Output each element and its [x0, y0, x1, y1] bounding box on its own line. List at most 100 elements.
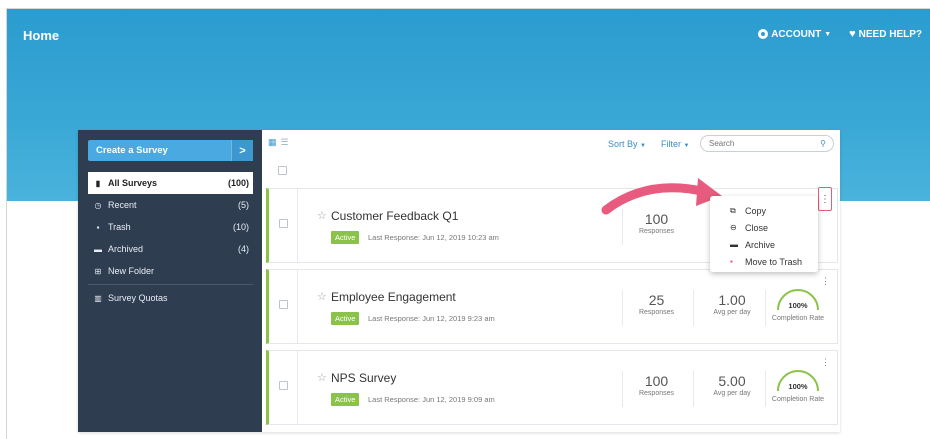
- sidebar: Create a Survey > ▮ All Surveys (100) ◷ …: [78, 130, 262, 432]
- stat-divider: [693, 290, 694, 326]
- sidebar-item-new-folder[interactable]: ⊞ New Folder: [88, 260, 253, 282]
- menu-item-label: Copy: [745, 205, 767, 216]
- survey-title[interactable]: Employee Engagement: [331, 290, 456, 304]
- sidebar-divider: [88, 284, 253, 285]
- survey-title[interactable]: Customer Feedback Q1: [331, 209, 458, 223]
- file-icon: ▮: [95, 178, 101, 188]
- menu-item-close[interactable]: ⊖ Close: [710, 219, 818, 236]
- app-frame: Home ACCOUNT ▼ ♥ NEED HELP? Create a Sur…: [0, 0, 930, 439]
- sidebar-item-label: Archived: [108, 244, 144, 254]
- search-icon[interactable]: ⚲: [820, 139, 826, 148]
- sidebar-item-archived[interactable]: ▬ Archived (4): [88, 238, 253, 260]
- account-label: ACCOUNT: [771, 28, 822, 40]
- survey-card-nps[interactable]: ☆ NPS Survey Active Last Response: Jun 1…: [266, 350, 838, 425]
- survey-context-menu: ⧉ Copy ⊖ Close ▬ Archive ▪ Move to Trash: [710, 196, 818, 272]
- filter-dropdown[interactable]: Filter ▼: [661, 139, 689, 149]
- sort-by-dropdown[interactable]: Sort By ▼: [608, 139, 646, 149]
- avg-per-day-stat: 1.00 Avg per day: [703, 292, 761, 316]
- card-divider: [297, 270, 298, 343]
- avg-per-day-value: 5.00: [718, 373, 746, 389]
- sidebar-item-recent[interactable]: ◷ Recent (5): [88, 194, 253, 216]
- avg-per-day-value: 1.00: [718, 292, 746, 308]
- survey-checkbox[interactable]: [279, 300, 288, 309]
- trash-icon: ▪: [730, 257, 733, 266]
- star-icon[interactable]: ☆: [317, 290, 327, 303]
- last-response: Last Response: Jun 12, 2019 9:09 am: [368, 395, 495, 404]
- sidebar-item-label: Trash: [108, 222, 131, 232]
- sidebar-item-count: (100): [227, 178, 249, 188]
- bar-chart-icon: ▥: [94, 293, 102, 303]
- help-link[interactable]: ♥ NEED HELP?: [849, 28, 922, 40]
- completion-gauge: 100% Completion Rate: [772, 367, 824, 415]
- filter-label: Filter: [661, 139, 681, 149]
- gear-icon: [758, 29, 769, 39]
- completion-percent: 100%: [788, 382, 808, 391]
- sidebar-item-count: (5): [238, 200, 249, 210]
- stat-divider: [765, 371, 766, 407]
- star-icon[interactable]: ☆: [317, 371, 327, 384]
- card-divider: [297, 189, 298, 262]
- callout-arrow-icon: [601, 178, 722, 215]
- stat-divider: [622, 371, 623, 407]
- more-options-icon[interactable]: ⋮: [821, 357, 830, 368]
- stat-divider: [765, 290, 766, 326]
- responses-label: Responses: [638, 228, 675, 235]
- help-label: NEED HELP?: [858, 28, 922, 40]
- search-input[interactable]: [709, 139, 809, 148]
- search-box: ⚲: [700, 135, 834, 152]
- survey-title[interactable]: NPS Survey: [331, 371, 396, 385]
- sidebar-item-count: (4): [238, 244, 249, 254]
- responses-label: Responses: [638, 309, 675, 316]
- last-response: Last Response: Jun 12, 2019 9:23 am: [368, 314, 495, 323]
- completion-label: Completion Rate: [771, 396, 825, 403]
- account-menu[interactable]: ACCOUNT ▼: [758, 28, 831, 40]
- create-survey-button[interactable]: Create a Survey >: [88, 140, 253, 161]
- more-options-button[interactable]: ⋮: [818, 187, 832, 211]
- menu-item-label: Move to Trash: [745, 256, 803, 267]
- status-badge: Active: [331, 312, 360, 325]
- trash-icon: ▪: [96, 222, 100, 232]
- chevron-right-icon: >: [231, 140, 253, 161]
- chevron-down-icon: ▼: [683, 143, 690, 149]
- chevron-down-icon: ▼: [824, 30, 832, 38]
- last-response: Last Response: Jun 12, 2019 10:23 am: [368, 233, 499, 242]
- more-options-icon: ⋮: [820, 193, 830, 205]
- survey-checkbox[interactable]: [279, 219, 288, 228]
- responses-stat: 25 Responses: [634, 292, 679, 316]
- responses-count: 100: [644, 373, 669, 389]
- menu-item-archive[interactable]: ▬ Archive: [710, 236, 818, 253]
- select-all-checkbox[interactable]: [278, 166, 287, 175]
- page-title: Home: [23, 28, 60, 43]
- sidebar-item-trash[interactable]: ▪ Trash (10): [88, 216, 253, 238]
- top-links: ACCOUNT ▼ ♥ NEED HELP?: [758, 28, 922, 40]
- survey-checkbox[interactable]: [279, 381, 288, 390]
- copy-icon: ⧉: [730, 205, 736, 215]
- menu-item-copy[interactable]: ⧉ Copy: [710, 202, 818, 219]
- sidebar-item-survey-quotas[interactable]: ▥ Survey Quotas: [88, 287, 253, 309]
- sidebar-item-all-surveys[interactable]: ▮ All Surveys (100): [88, 172, 253, 194]
- avg-per-day-label: Avg per day: [713, 309, 751, 316]
- view-toggle: ▦ ☰: [268, 137, 289, 148]
- status-badge: Active: [331, 231, 360, 244]
- completion-label: Completion Rate: [771, 315, 825, 322]
- grid-view-icon[interactable]: ▦: [268, 137, 277, 148]
- more-options-icon[interactable]: ⋮: [821, 276, 830, 287]
- stat-divider: [622, 290, 623, 326]
- clock-icon: ◷: [94, 200, 102, 210]
- list-view-icon[interactable]: ☰: [281, 137, 289, 148]
- sidebar-item-label: Survey Quotas: [108, 293, 168, 303]
- status-badge: Active: [331, 393, 360, 406]
- survey-list-area: ▦ ☰ Sort By ▼ Filter ▼ ⚲: [262, 130, 840, 432]
- close-circle-icon: ⊖: [730, 223, 737, 232]
- survey-card-employee-engagement[interactable]: ☆ Employee Engagement Active Last Respon…: [266, 269, 838, 344]
- archive-icon: ▬: [94, 244, 102, 254]
- menu-item-move-to-trash[interactable]: ▪ Move to Trash: [710, 253, 818, 270]
- responses-count: 25: [648, 292, 665, 308]
- archive-icon: ▬: [730, 240, 738, 249]
- avg-per-day-stat: 5.00 Avg per day: [703, 373, 761, 397]
- star-icon[interactable]: ☆: [317, 209, 327, 222]
- list-toolbar: ▦ ☰ Sort By ▼ Filter ▼ ⚲: [262, 130, 840, 156]
- completion-gauge: 100% Completion Rate: [772, 286, 824, 334]
- sidebar-item-label: All Surveys: [108, 178, 158, 188]
- card-divider: [297, 351, 298, 424]
